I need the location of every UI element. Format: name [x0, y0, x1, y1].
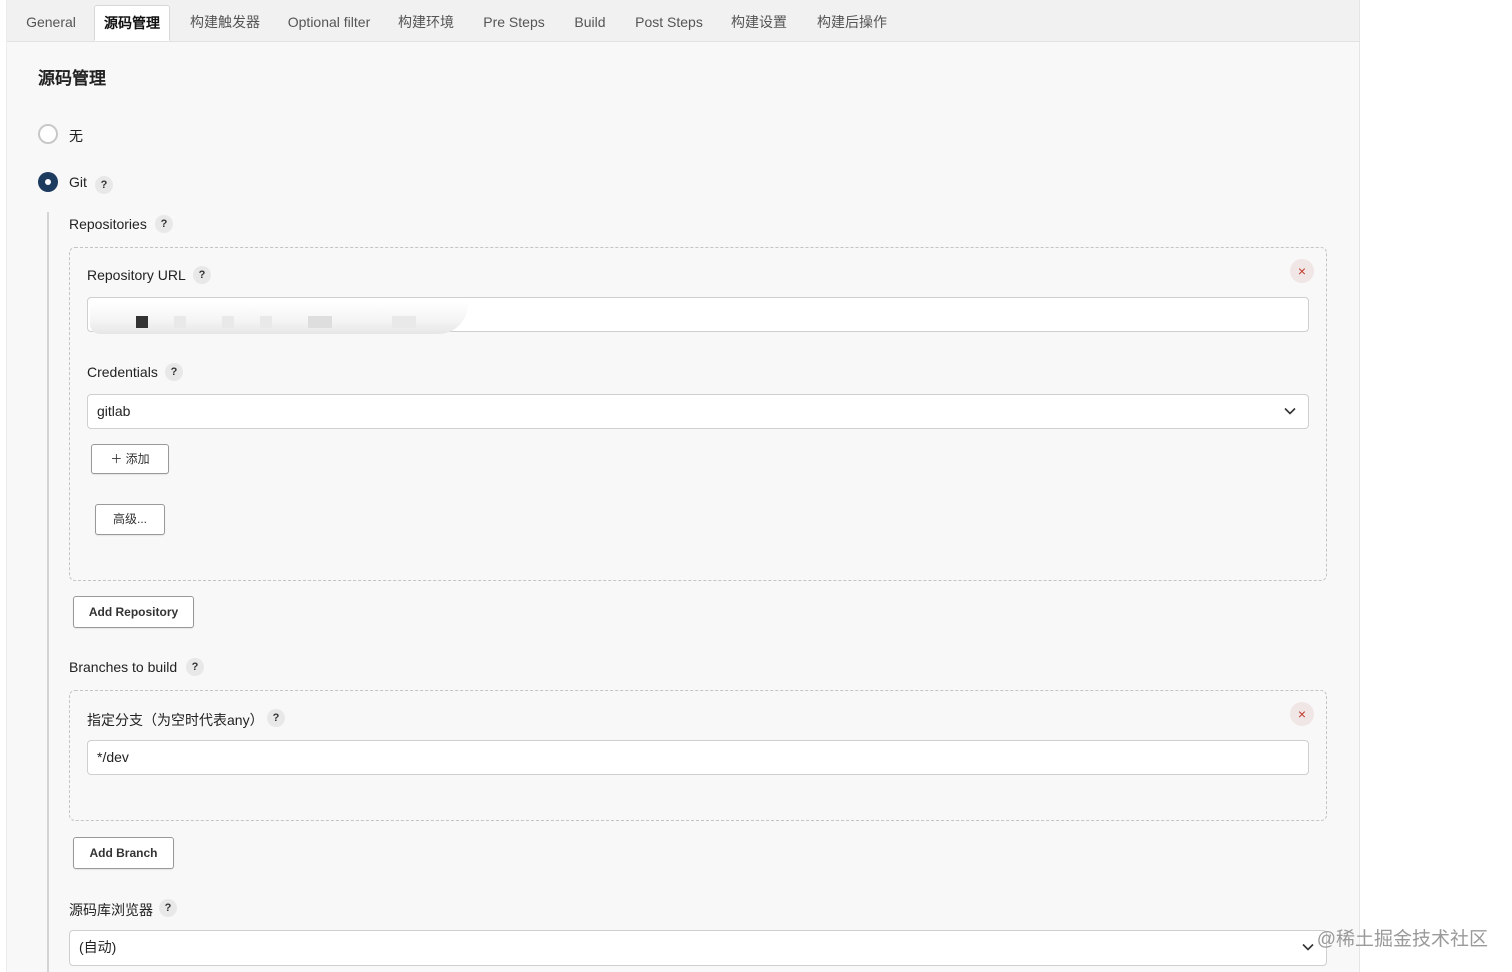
redacted-pixel: [308, 316, 332, 328]
repository-url-input[interactable]: [87, 297, 1309, 334]
repo-browser-label: 源码库浏览器: [69, 902, 153, 918]
git-section-indent-line: [47, 212, 49, 972]
redacted-pixel: [136, 316, 148, 328]
tab-build-settings[interactable]: 构建设置: [723, 5, 795, 41]
add-credentials-button[interactable]: ＋ 添加: [91, 444, 169, 474]
tab-general[interactable]: General: [15, 5, 87, 41]
chevron-down-icon: [1284, 407, 1296, 415]
redacted-pixel: [222, 316, 234, 328]
repository-box: × Repository URL ? Credentials ? gitlab …: [69, 247, 1327, 581]
advanced-button[interactable]: 高级...: [95, 504, 165, 535]
tab-post-steps[interactable]: Post Steps: [626, 5, 712, 41]
redacted-pixel: [392, 316, 416, 328]
watermark: @稀土掘金技术社区: [1316, 929, 1488, 950]
repository-url-label: Repository URL: [87, 267, 186, 283]
tab-build[interactable]: Build: [564, 5, 616, 41]
branches-help-icon[interactable]: ?: [186, 658, 204, 676]
credentials-value: gitlab: [97, 403, 131, 419]
credentials-help-icon[interactable]: ?: [165, 363, 183, 381]
add-branch-button[interactable]: Add Branch: [73, 837, 174, 869]
tab-post-build[interactable]: 构建后操作: [807, 5, 897, 41]
branch-spec-help-icon[interactable]: ?: [267, 709, 285, 727]
tab-pre-steps[interactable]: Pre Steps: [473, 5, 555, 41]
tab-scm[interactable]: 源码管理: [94, 5, 170, 41]
branch-box: × 指定分支（为空时代表any） ? */dev: [69, 690, 1327, 821]
redacted-pixel: [174, 316, 186, 328]
radio-none[interactable]: [38, 124, 58, 144]
repository-url-help-icon[interactable]: ?: [193, 266, 211, 284]
branch-spec-label: 指定分支（为空时代表any）: [87, 712, 264, 728]
repositories-label: Repositories: [69, 216, 147, 232]
radio-none-label: 无: [69, 128, 83, 144]
branch-spec-value: */dev: [97, 749, 129, 765]
credentials-select[interactable]: gitlab: [87, 394, 1309, 429]
tab-build-triggers[interactable]: 构建触发器: [182, 5, 268, 41]
section-title: 源码管理: [38, 69, 106, 88]
repo-browser-value: (自动): [79, 939, 117, 955]
repositories-help-icon[interactable]: ?: [155, 215, 173, 233]
radio-git-label: Git: [69, 174, 87, 190]
remove-branch-icon[interactable]: ×: [1290, 702, 1314, 726]
tab-build-env[interactable]: 构建环境: [390, 5, 462, 41]
remove-repository-icon[interactable]: ×: [1290, 259, 1314, 283]
repo-browser-help-icon[interactable]: ?: [159, 899, 177, 917]
redacted-pixel: [260, 316, 272, 328]
tab-optional-filter[interactable]: Optional filter: [279, 5, 379, 41]
tab-bar: General 源码管理 构建触发器 Optional filter 构建环境 …: [7, 0, 1359, 42]
add-repository-button[interactable]: Add Repository: [73, 596, 194, 628]
branch-spec-input[interactable]: */dev: [87, 740, 1309, 775]
chevron-down-icon: [1302, 943, 1314, 951]
redacted-url-overlay: [90, 302, 468, 334]
repo-browser-select[interactable]: (自动): [69, 930, 1327, 966]
config-panel: General 源码管理 构建触发器 Optional filter 构建环境 …: [6, 0, 1360, 972]
radio-git[interactable]: [38, 172, 58, 192]
branches-label: Branches to build: [69, 659, 178, 675]
git-help-icon[interactable]: ?: [95, 176, 113, 194]
credentials-label: Credentials: [87, 364, 158, 380]
